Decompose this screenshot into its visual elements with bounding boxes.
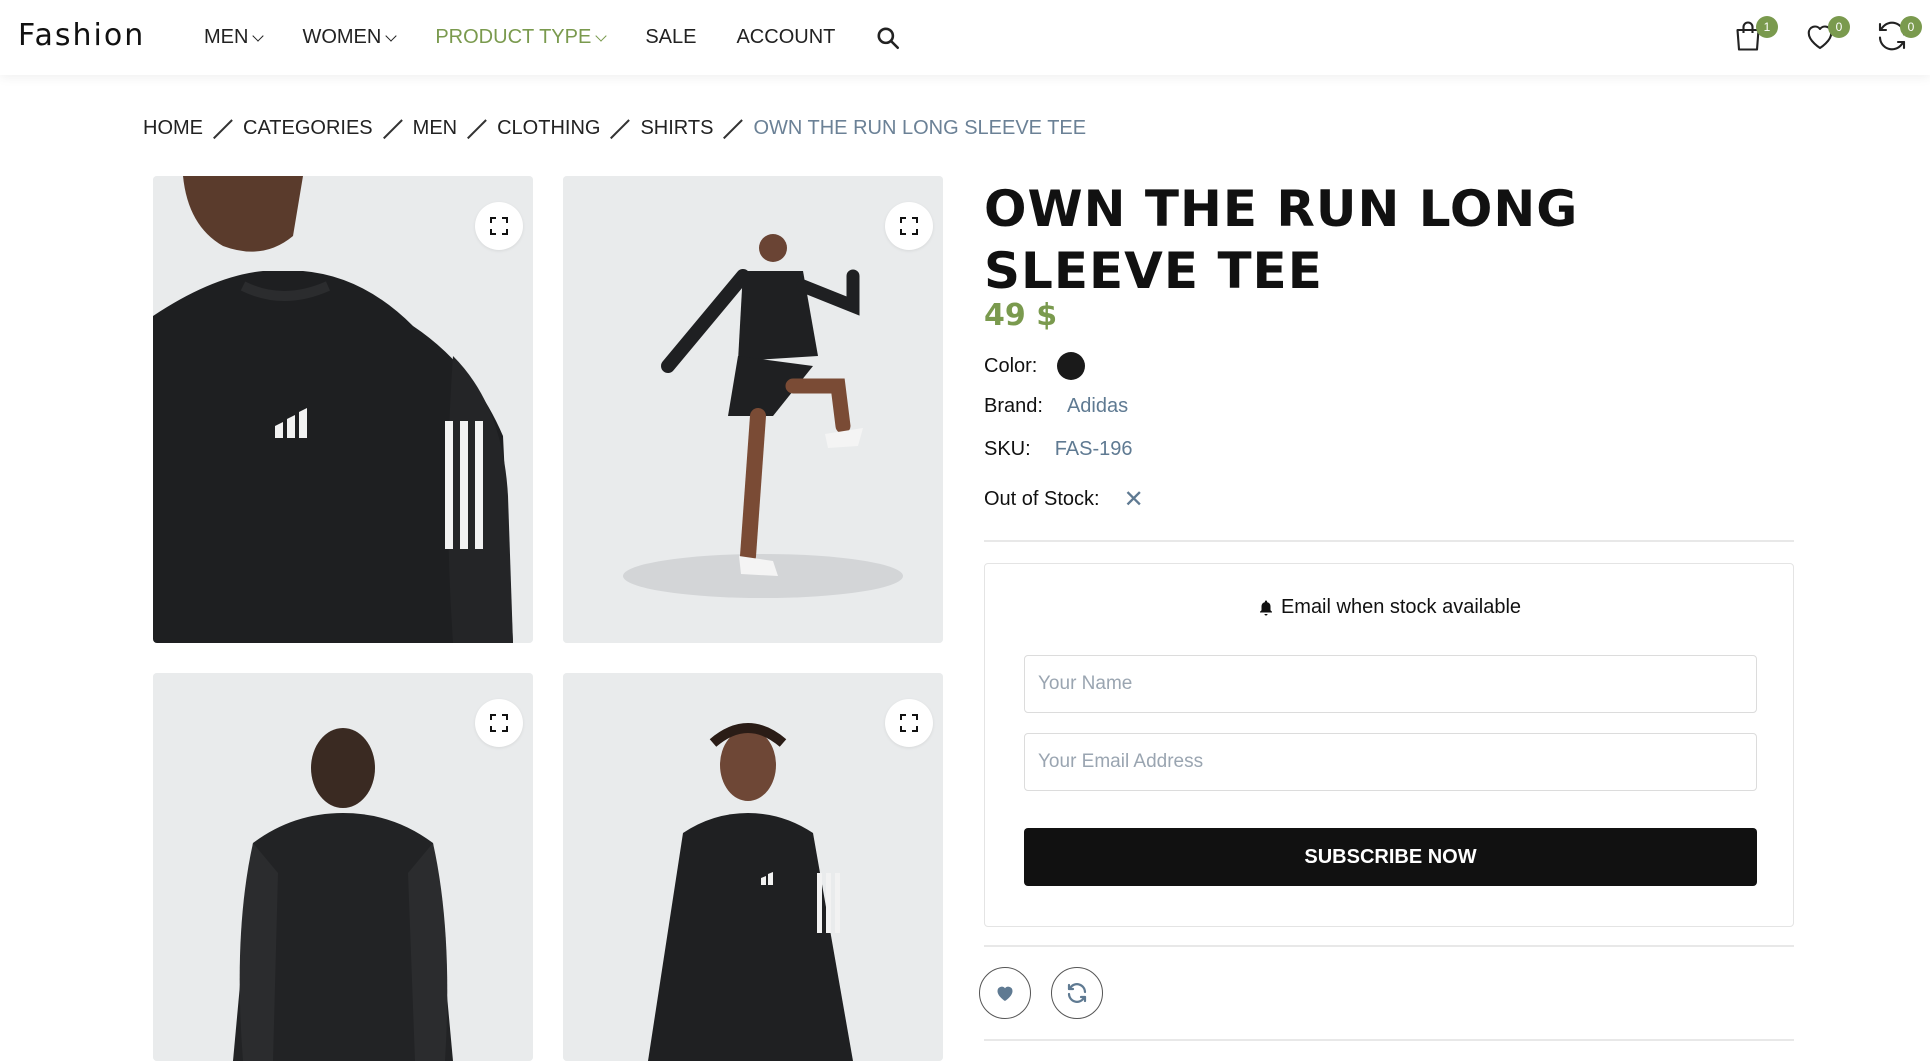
notify-title: Email when stock available [1280, 596, 1522, 618]
wishlist-button[interactable]: 0 [1802, 16, 1850, 58]
color-row: Color: [984, 352, 1086, 380]
sku-label: SKU: [984, 438, 1031, 460]
expand-icon [490, 714, 508, 732]
breadcrumb-separator [212, 118, 234, 140]
nav-item-account[interactable]: ACCOUNT [736, 26, 835, 49]
breadcrumb-separator [466, 118, 488, 140]
nav-item-men[interactable]: MEN [204, 26, 265, 49]
chevron-down-icon [385, 29, 398, 42]
notify-heading: Email when stock available [985, 596, 1793, 619]
nav-item-label: ACCOUNT [736, 26, 836, 48]
brand-label: Brand: [984, 395, 1043, 417]
breadcrumb-home[interactable]: HOME [143, 117, 203, 140]
breadcrumb-categories[interactable]: CATEGORIES [243, 117, 373, 140]
stock-notify-form: Email when stock available SUBSCRIBE NOW [984, 563, 1794, 927]
product-image-4[interactable] [563, 673, 943, 1061]
add-to-compare-button[interactable] [1051, 967, 1103, 1019]
expand-image-button[interactable] [475, 202, 523, 250]
close-icon: ✕ [1123, 486, 1144, 513]
divider [984, 540, 1794, 542]
heart-icon [997, 986, 1013, 1001]
expand-image-button[interactable] [885, 202, 933, 250]
product-image-2[interactable] [563, 176, 943, 643]
breadcrumb-current: OWN THE RUN LONG SLEEVE TEE [753, 117, 1087, 139]
breadcrumb-shirts[interactable]: SHIRTS [640, 117, 713, 140]
brand-row: Brand: Adidas [984, 395, 1128, 418]
nav-item-label: WOMEN [302, 26, 382, 48]
color-label: Color: [984, 354, 1038, 377]
breadcrumb-men[interactable]: MEN [413, 117, 457, 140]
color-swatch[interactable] [1057, 352, 1086, 380]
stock-row: Out of Stock: ✕ [984, 485, 1144, 514]
sku-value: FAS-196 [1054, 438, 1133, 460]
stock-label: Out of Stock: [984, 488, 1100, 510]
breadcrumb: HOME CATEGORIES MEN CLOTHING SHIRTS OWN … [143, 117, 1086, 140]
sku-row: SKU: FAS-196 [984, 438, 1133, 461]
product-photo-closeup [153, 176, 533, 643]
product-title: OWN THE RUN LONG SLEEVE TEE [984, 180, 1579, 300]
search-icon[interactable] [875, 25, 901, 51]
name-field[interactable] [1024, 655, 1757, 713]
product-photo-running-pose [563, 176, 943, 643]
divider [984, 1039, 1794, 1041]
site-header: Fashion MEN WOMEN PRODUCT TYPE SALE ACCO… [0, 0, 1930, 75]
nav-item-label: MEN [204, 26, 249, 48]
breadcrumb-separator [609, 118, 631, 140]
expand-icon [900, 714, 918, 732]
subscribe-button[interactable]: SUBSCRIBE NOW [1024, 828, 1757, 886]
expand-icon [490, 217, 508, 235]
compare-count-badge: 0 [1900, 16, 1922, 38]
chevron-down-icon [252, 29, 265, 42]
breadcrumb-separator [722, 118, 744, 140]
nav-item-product-type[interactable]: PRODUCT TYPE [435, 26, 607, 49]
nav-item-label: PRODUCT TYPE [435, 26, 592, 48]
compare-button[interactable]: 0 [1874, 16, 1922, 58]
bell-icon [1259, 600, 1272, 615]
cart-button[interactable]: 1 [1730, 16, 1778, 58]
brand-link[interactable]: Adidas [1067, 395, 1128, 418]
breadcrumb-separator [382, 118, 404, 140]
product-price: 49 $ [984, 298, 1058, 333]
wishlist-count-badge: 0 [1828, 16, 1850, 38]
refresh-icon [1067, 983, 1087, 1003]
main-nav: MEN WOMEN PRODUCT TYPE SALE ACCOUNT [204, 0, 901, 75]
email-field[interactable] [1024, 733, 1757, 791]
cart-count-badge: 1 [1756, 16, 1778, 38]
nav-item-sale[interactable]: SALE [645, 26, 696, 49]
chevron-down-icon [595, 29, 607, 42]
breadcrumb-clothing[interactable]: CLOTHING [497, 117, 600, 140]
nav-item-women[interactable]: WOMEN [302, 26, 398, 49]
divider [984, 945, 1794, 947]
expand-image-button[interactable] [475, 699, 523, 747]
product-image-3[interactable] [153, 673, 533, 1061]
logo[interactable]: Fashion [18, 18, 145, 53]
expand-icon [900, 217, 918, 235]
expand-image-button[interactable] [885, 699, 933, 747]
product-image-1[interactable] [153, 176, 533, 643]
nav-item-label: SALE [645, 26, 697, 48]
add-to-wishlist-button[interactable] [979, 967, 1031, 1019]
